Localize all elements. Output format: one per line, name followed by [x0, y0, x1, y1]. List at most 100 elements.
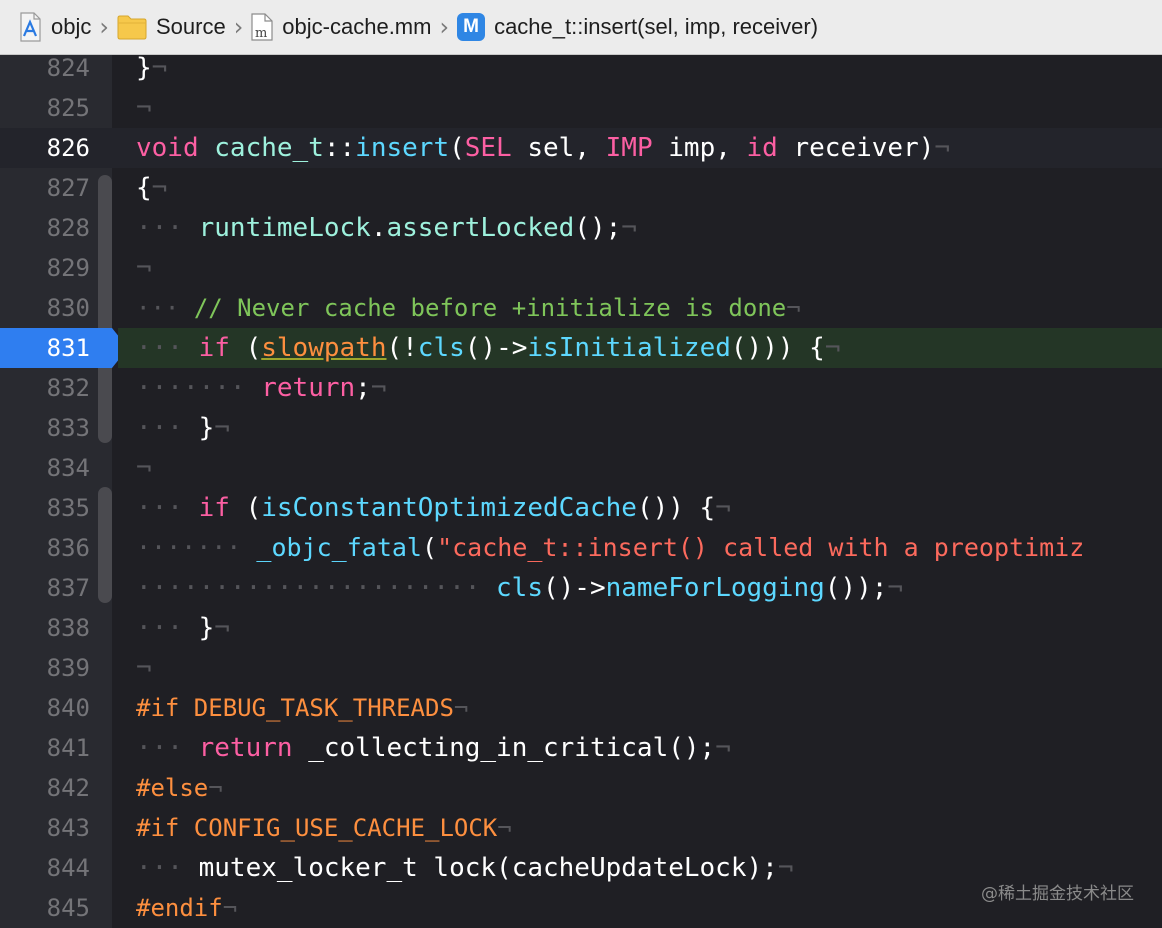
line-number: 835 — [46, 494, 90, 522]
code-token: ())) { — [730, 333, 825, 363]
code-text[interactable]: void cache_t::insert(SEL sel, IMP imp, i… — [118, 128, 1162, 168]
indent-marker: ······················ — [136, 573, 481, 603]
folder-icon — [117, 15, 147, 40]
method-icon: M — [457, 13, 486, 41]
breadcrumb-method-label: cache_t::insert(sel, imp, receiver) — [494, 14, 819, 39]
code-text[interactable]: ¬ — [118, 648, 1162, 688]
code-text[interactable]: {¬ — [118, 168, 1162, 208]
code-line[interactable]: 840 #if DEBUG_TASK_THREADS¬ — [0, 688, 1162, 728]
code-line-current[interactable]: 826 void cache_t::insert(SEL sel, IMP im… — [0, 128, 1162, 168]
code-line[interactable]: 833 ··· }¬ — [0, 408, 1162, 448]
code-token: } — [136, 55, 152, 83]
code-token: isInitialized — [527, 333, 731, 363]
code-text[interactable]: ··· }¬ — [118, 408, 1162, 448]
line-number: 836 — [46, 534, 90, 562]
code-token: insert — [355, 133, 450, 163]
code-line[interactable]: 835 ··· if (isConstantOptimizedCache()) … — [0, 488, 1162, 528]
code-line[interactable]: 834 ¬ — [0, 448, 1162, 488]
eol-marker: ¬ — [136, 453, 152, 483]
code-line[interactable]: 836 ······· _objc_fatal("cache_t::insert… — [0, 528, 1162, 568]
code-token: id — [746, 133, 778, 163]
eol-marker: ¬ — [222, 894, 238, 922]
eol-marker: ¬ — [715, 733, 731, 763]
eol-marker: ¬ — [887, 573, 904, 603]
breakpoint-marker[interactable]: 831 — [0, 328, 128, 368]
line-number: 838 — [46, 614, 90, 642]
code-line[interactable]: 837 ······················ cls()->nameFo… — [0, 568, 1162, 608]
code-line[interactable]: 832 ······· return;¬ — [0, 368, 1162, 408]
code-line[interactable]: 827 {¬ — [0, 168, 1162, 208]
breadcrumb-project[interactable]: objc — [0, 0, 91, 55]
xcode-project-icon — [20, 12, 41, 42]
code-line[interactable]: 841 ··· return _collecting_in_critical()… — [0, 728, 1162, 768]
code-token: nameForLogging — [605, 573, 825, 603]
code-text[interactable]: ······· return;¬ — [118, 368, 1162, 408]
code-text[interactable]: #if CONFIG_USE_CACHE_LOCK¬ — [118, 808, 1162, 848]
code-line[interactable]: 842 #else¬ — [0, 768, 1162, 808]
line-number: 825 — [46, 94, 90, 122]
code-token: (); — [574, 213, 622, 243]
indent-marker: ··· — [136, 294, 180, 322]
eol-marker: ¬ — [370, 373, 387, 403]
code-token: _objc_fatal — [256, 533, 422, 562]
indent-marker: ··· — [136, 613, 183, 643]
eol-marker: ¬ — [136, 253, 152, 283]
line-number: 828 — [46, 214, 90, 242]
code-line[interactable]: 843 #if CONFIG_USE_CACHE_LOCK¬ — [0, 808, 1162, 848]
code-token: void — [136, 133, 199, 163]
eol-marker: ¬ — [136, 93, 152, 123]
code-token: if — [198, 493, 230, 523]
code-token: return — [261, 373, 356, 403]
code-token: (! — [386, 333, 418, 363]
code-token: { — [136, 173, 152, 203]
code-text[interactable]: ··· return _collecting_in_critical();¬ — [118, 728, 1162, 768]
code-token: isConstantOptimizedCache — [261, 493, 637, 523]
line-number: 844 — [46, 854, 90, 882]
line-number: 826 — [46, 134, 90, 162]
code-token: . — [370, 213, 387, 243]
code-text[interactable]: ¬ — [118, 448, 1162, 488]
code-text[interactable]: ··· }¬ — [118, 608, 1162, 648]
eol-marker: ¬ — [824, 333, 841, 363]
code-text[interactable]: ······················ cls()->nameForLog… — [118, 568, 1162, 608]
code-text[interactable]: ······· _objc_fatal("cache_t::insert() c… — [118, 528, 1162, 568]
code-token: imp, — [652, 133, 747, 163]
code-token: ()-> — [464, 333, 528, 363]
eol-marker: ¬ — [453, 694, 469, 722]
code-text[interactable]: #else¬ — [118, 768, 1162, 808]
source-editor[interactable]: 824 }¬ 825 ¬ 826 void cache_t::insert(SE… — [0, 55, 1162, 928]
code-line[interactable]: 839 ¬ — [0, 648, 1162, 688]
eol-marker: ¬ — [934, 133, 951, 163]
breadcrumb-file[interactable]: m objc-cache.mm — [251, 0, 431, 55]
line-number: 824 — [46, 55, 90, 82]
code-text[interactable]: }¬ — [118, 55, 1162, 88]
code-text[interactable]: ¬ — [118, 88, 1162, 128]
code-text[interactable]: ¬ — [118, 248, 1162, 288]
line-number: 842 — [46, 774, 90, 802]
code-line[interactable]: 829 ¬ — [0, 248, 1162, 288]
code-line-breakpoint[interactable]: 831 ··· if (slowpath(!cls()->isInitializ… — [0, 328, 1162, 368]
breadcrumb-folder[interactable]: Source — [117, 0, 226, 55]
code-text[interactable]: ··· runtimeLock.assertLocked();¬ — [118, 208, 1162, 248]
breadcrumb-folder-label: Source — [155, 14, 226, 39]
code-text[interactable]: ··· if (slowpath(!cls()->isInitialized()… — [118, 328, 1162, 368]
code-text[interactable]: #if DEBUG_TASK_THREADS¬ — [118, 688, 1162, 728]
code-token: } — [198, 413, 215, 443]
eol-marker: ¬ — [136, 653, 152, 683]
code-token: _collecting_in_critical(); — [292, 733, 716, 763]
code-line[interactable]: 838 ··· }¬ — [0, 608, 1162, 648]
code-line[interactable]: 830 ··· // Never cache before +initializ… — [0, 288, 1162, 328]
code-line[interactable]: 828 ··· runtimeLock.assertLocked();¬ — [0, 208, 1162, 248]
indent-marker: ··· — [136, 333, 183, 363]
code-token: ()) { — [636, 493, 716, 523]
code-line[interactable]: 824 }¬ — [0, 55, 1162, 88]
code-line[interactable]: 825 ¬ — [0, 88, 1162, 128]
watermark: @稀土掘金技术社区 — [981, 884, 1134, 904]
line-number: 833 — [46, 414, 90, 442]
breadcrumb-method[interactable]: M cache_t::insert(sel, imp, receiver) — [457, 0, 818, 55]
code-text[interactable]: ··· // Never cache before +initialize is… — [118, 288, 1162, 328]
code-token: :: — [323, 133, 356, 163]
line-number: 827 — [46, 174, 90, 202]
code-text[interactable]: ··· if (isConstantOptimizedCache()) {¬ — [118, 488, 1162, 528]
code-token: ()); — [824, 573, 888, 603]
